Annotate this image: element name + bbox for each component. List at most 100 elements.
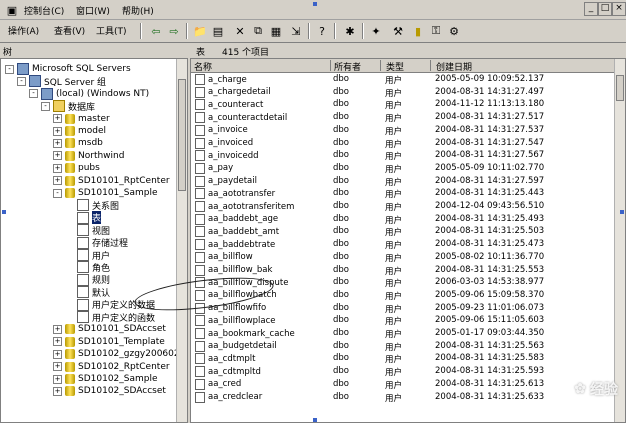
tree-node[interactable]: + master	[53, 113, 110, 125]
tree-node[interactable]: + SD10101_RptCenter	[53, 175, 170, 187]
expand-icon[interactable]: +	[53, 151, 62, 161]
back-icon[interactable]: ⇦	[148, 23, 164, 39]
expand-icon[interactable]: +	[53, 324, 62, 334]
export-icon[interactable]: ⇲	[288, 23, 304, 39]
table-row[interactable]: aa_bookmark_cache dbo 用户 2005-01-17 09:03:4…	[191, 328, 615, 340]
tree-node[interactable]: + model	[53, 125, 106, 137]
table-row[interactable]: a_invoice dbo 用户 2004-08-31 14:31:27.537	[191, 124, 615, 137]
tree-node[interactable]: + SD10101_SDAccset	[53, 323, 166, 335]
tree-node[interactable]: 存储过程	[65, 236, 128, 249]
menu-console[interactable]: 控制台(C)	[24, 4, 64, 17]
menu-view[interactable]: 查看(V)	[54, 24, 85, 37]
collapse-icon[interactable]: -	[29, 89, 38, 99]
tree-scroll-thumb[interactable]	[178, 79, 186, 191]
table-row[interactable]: aa_baddebtrate dbo 用户 2004-08-31 14:31:25.4…	[191, 239, 615, 251]
tree-node[interactable]: + SD10102_Sample	[53, 373, 158, 385]
table-row[interactable]: aa_billflowplace dbo 用户 2005-09-06 15:11:05…	[191, 315, 615, 327]
tree-node[interactable]: 表	[65, 211, 102, 225]
expand-icon[interactable]: +	[53, 337, 62, 347]
table-row[interactable]: a_pay dbo 用户 2005-05-09 10:11:02.770	[191, 162, 615, 175]
table-row[interactable]: aa_cdtmplt dbo 用户 2004-08-31 14:31:25.583	[191, 353, 615, 365]
table-row[interactable]: a_counteract dbo 用户 2004-11-12 11:13:13.180	[191, 99, 615, 111]
collapse-icon[interactable]: -	[53, 188, 62, 198]
table-row[interactable]: a_counteractdetail dbo 用户 2004-08-31 14:31:…	[191, 112, 615, 124]
table-row[interactable]: aa_billflow_bak dbo 用户 2004-08-31 14:31:25.…	[191, 264, 615, 277]
table-row[interactable]: aa_billflow dbo 用户 2005-08-02 10:11:36.770	[191, 251, 615, 264]
table-row[interactable]: aa_baddebt_age dbo 用户 2004-08-31 14:31:25.4…	[191, 213, 615, 226]
table-row[interactable]: aa_credclear dbo 用户 2004-08-31 14:31:25.633	[191, 391, 615, 404]
tree-node[interactable]: 角色	[65, 261, 110, 274]
tree-node[interactable]: + msdb	[53, 137, 103, 149]
close-button[interactable]: ×	[612, 2, 626, 16]
expand-icon[interactable]: +	[53, 163, 62, 173]
tree-node[interactable]: + SD10102_RptCenter	[53, 361, 170, 373]
delete-icon[interactable]: ✕	[232, 23, 248, 39]
list-scroll-thumb[interactable]	[616, 75, 624, 101]
collapse-icon[interactable]: -	[5, 64, 14, 74]
tree-node[interactable]: 用户	[65, 249, 110, 262]
col-name[interactable]: 名称	[191, 60, 331, 73]
forward-icon[interactable]: ⇨	[166, 23, 182, 39]
expand-icon[interactable]: +	[53, 126, 62, 136]
expand-icon[interactable]: +	[53, 114, 62, 124]
tree-scrollbar[interactable]	[176, 59, 187, 422]
tools-icon[interactable]: ⚒	[390, 23, 406, 39]
table-row[interactable]: a_paydetail dbo 用户 2004-08-31 14:31:27.597	[191, 175, 615, 188]
table-row[interactable]: aa_baddebt_amt dbo 用户 2004-08-31 14:31:25.5…	[191, 226, 615, 238]
tree-node[interactable]: - SQL Server 组	[17, 75, 106, 88]
table-row[interactable]: aa_cred dbo 用户 2004-08-31 14:31:25.613	[191, 378, 615, 391]
properties-icon[interactable]: ▤	[210, 23, 226, 39]
table-row[interactable]: aa_aototransfer dbo 用户 2004-08-31 14:31:25.…	[191, 188, 615, 200]
tree-node[interactable]: 规则	[65, 273, 110, 286]
table-row[interactable]: aa_aototransferitem dbo 用户 2004-12-04 09:43…	[191, 201, 615, 213]
tree-pane[interactable]: - Microsoft SQL Servers - SQL Server 组 - (loc…	[0, 58, 188, 423]
tree-node[interactable]: - 数据库	[41, 100, 95, 113]
help-icon[interactable]: ?	[314, 23, 330, 39]
collapse-icon[interactable]: -	[17, 76, 26, 86]
table-row[interactable]: aa_budgetdetail dbo 用户 2004-08-31 14:31:25.…	[191, 340, 615, 353]
menu-tools[interactable]: 工具(T)	[96, 24, 127, 37]
menu-action[interactable]: 操作(A)	[8, 24, 39, 37]
tree-node[interactable]: - Microsoft SQL Servers	[5, 63, 131, 75]
col-type[interactable]: 类型	[383, 60, 431, 73]
table-row[interactable]: a_chargedetail dbo 用户 2004-08-31 14:31:27.4…	[191, 86, 615, 99]
menu-window[interactable]: 窗口(W)	[76, 4, 110, 17]
tree-node[interactable]: 视图	[65, 224, 110, 237]
tree-node[interactable]: 用户定义的函数	[65, 311, 155, 324]
tree-node[interactable]: + SD10102_SDAccset	[53, 385, 166, 397]
expand-icon[interactable]: +	[53, 374, 62, 384]
table-row[interactable]: aa_billflowfifo dbo 用户 2005-09-23 11:01:06.…	[191, 302, 615, 315]
config-icon[interactable]: ⚙	[446, 23, 462, 39]
tree-node[interactable]: + Northwind	[53, 150, 124, 162]
col-created[interactable]: 创建日期	[433, 60, 617, 73]
list-scrollbar[interactable]	[614, 59, 625, 422]
minimize-button[interactable]: _	[584, 2, 598, 16]
table-row[interactable]: aa_cdtmpltd dbo 用户 2004-08-31 14:31:25.593	[191, 366, 615, 378]
wizard-icon[interactable]: ✱	[342, 23, 358, 39]
table-row[interactable]: a_invoiced dbo 用户 2004-08-31 14:31:27.547	[191, 137, 615, 150]
run-icon[interactable]: ✦	[368, 23, 384, 39]
col-owner[interactable]: 所有者	[331, 60, 381, 73]
collapse-icon[interactable]: -	[41, 101, 50, 111]
tree-node[interactable]: 默认	[65, 286, 110, 299]
tree-node[interactable]: 关系图	[65, 199, 119, 212]
expand-icon[interactable]: +	[53, 349, 62, 359]
tree-node[interactable]: + SD10101_Template	[53, 336, 165, 348]
expand-icon[interactable]: +	[53, 386, 62, 396]
expand-icon[interactable]: +	[53, 138, 62, 148]
tree-node[interactable]: - (local) (Windows NT)	[29, 87, 149, 100]
tree-node[interactable]: - SD10101_Sample	[53, 187, 158, 199]
expand-icon[interactable]: +	[53, 176, 62, 186]
tree-node[interactable]: + SD10102_gzgy200602	[53, 348, 180, 360]
restore-button[interactable]: □	[598, 2, 612, 16]
tree-node[interactable]: + pubs	[53, 162, 100, 174]
copy-icon[interactable]: ⧉	[250, 23, 266, 39]
expand-icon[interactable]: +	[53, 362, 62, 372]
paste-icon[interactable]: ▦	[268, 23, 284, 39]
table-row[interactable]: a_invoicedd dbo 用户 2004-08-31 14:31:27.567	[191, 150, 615, 162]
database-icon[interactable]: ▮	[410, 23, 426, 39]
table-row[interactable]: a_charge dbo 用户 2005-05-09 10:09:52.137	[191, 74, 615, 86]
key-icon[interactable]: ⚿	[428, 23, 444, 39]
menu-help[interactable]: 帮助(H)	[122, 4, 154, 17]
up-folder-icon[interactable]: 📁	[192, 23, 208, 39]
